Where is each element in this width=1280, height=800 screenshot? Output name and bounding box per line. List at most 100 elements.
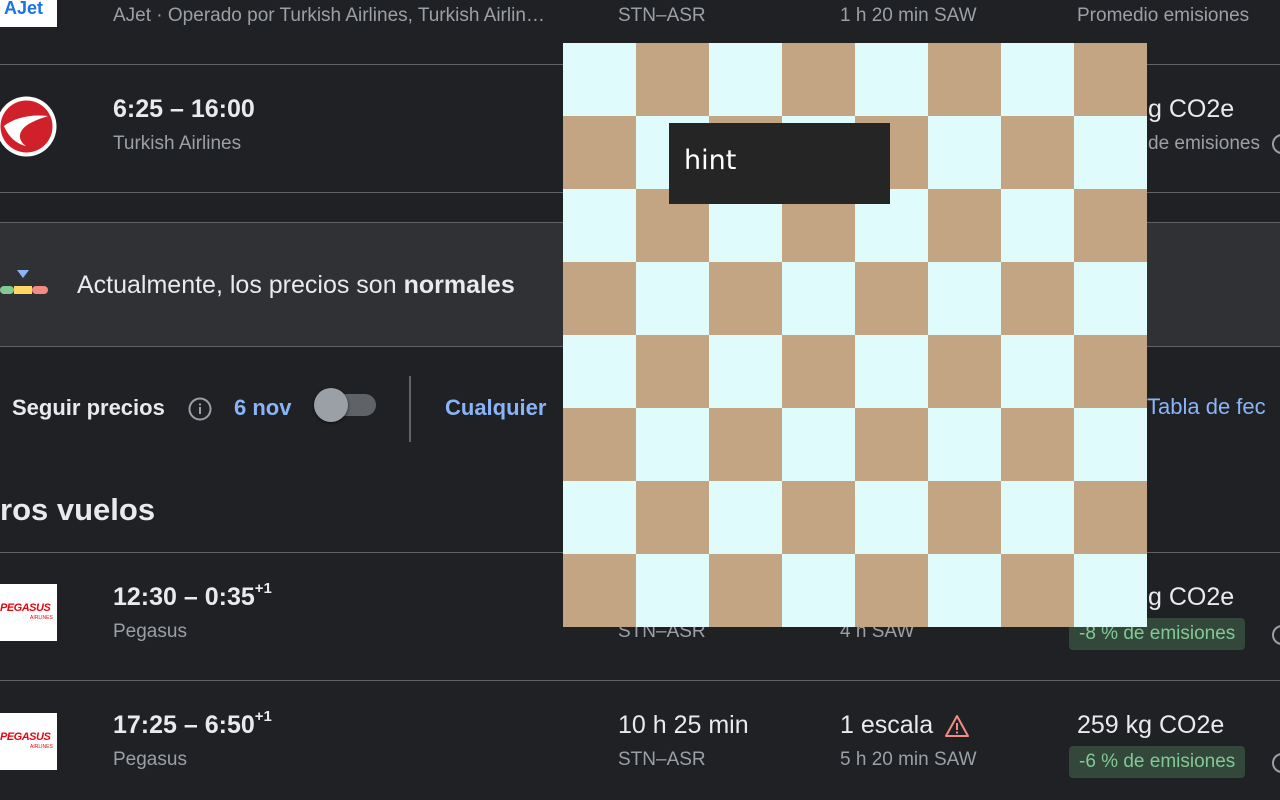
- board-square[interactable]: [855, 554, 928, 627]
- any-dates-link[interactable]: Cualquier: [445, 395, 546, 421]
- board-square[interactable]: [782, 408, 855, 481]
- board-square[interactable]: [1001, 116, 1074, 189]
- row4-airline: Pegasus: [113, 749, 187, 770]
- board-square[interactable]: [1001, 189, 1074, 262]
- row3-times: 12:30 – 0:35+1: [113, 580, 272, 612]
- row2-co2: g CO2e: [1148, 95, 1235, 123]
- board-square[interactable]: [1001, 481, 1074, 554]
- board-square[interactable]: [782, 43, 855, 116]
- turkish-airlines-logo: [0, 96, 57, 157]
- board-square[interactable]: [563, 189, 636, 262]
- row2-emissions-label: de emisiones: [1148, 133, 1260, 154]
- board-square[interactable]: [1001, 43, 1074, 116]
- board-square[interactable]: [928, 189, 1001, 262]
- board-square[interactable]: [928, 554, 1001, 627]
- row3-airline: Pegasus: [113, 621, 187, 642]
- toolbar-separator: [409, 376, 411, 442]
- board-square[interactable]: [1001, 408, 1074, 481]
- row4-times: 17:25 – 6:50+1: [113, 708, 272, 740]
- board-square[interactable]: [782, 554, 855, 627]
- board-square[interactable]: [709, 335, 782, 408]
- pegasus-logo-sub: AIRLINES: [30, 744, 53, 750]
- board-square[interactable]: [1074, 116, 1147, 189]
- board-square[interactable]: [1074, 554, 1147, 627]
- board-square[interactable]: [563, 262, 636, 335]
- track-date-link[interactable]: 6 nov: [234, 395, 291, 421]
- board-square[interactable]: [1074, 189, 1147, 262]
- pegasus-logo-text: PEGASUS: [0, 602, 51, 614]
- row3-plus-day: +1: [254, 580, 272, 597]
- board-square[interactable]: [855, 262, 928, 335]
- pegasus-logo: PEGASUS AIRLINES: [0, 584, 57, 641]
- board-square[interactable]: [709, 554, 782, 627]
- board-square[interactable]: [1074, 43, 1147, 116]
- board-square[interactable]: [782, 481, 855, 554]
- board-square[interactable]: [1074, 481, 1147, 554]
- board-square[interactable]: [636, 262, 709, 335]
- board-square[interactable]: [636, 554, 709, 627]
- warning-icon: [944, 714, 970, 738]
- board-square[interactable]: [563, 408, 636, 481]
- row1-airline: AJet · Operado por Turkish Airlines, Tur…: [113, 5, 545, 26]
- board-square[interactable]: [563, 554, 636, 627]
- board-square[interactable]: [855, 335, 928, 408]
- row4-route: STN–ASR: [618, 749, 706, 770]
- price-insight-level: normales: [403, 271, 515, 299]
- row1-emissions-label: Promedio emisiones: [1077, 5, 1250, 26]
- track-prices-toggle[interactable]: [314, 388, 376, 422]
- board-square[interactable]: [1001, 554, 1074, 627]
- row4-co2: 259 kg CO2e: [1077, 711, 1225, 739]
- row2-airline: Turkish Airlines: [113, 133, 242, 154]
- ajet-logo-text: AJet: [4, 0, 44, 18]
- board-square[interactable]: [782, 335, 855, 408]
- board-square[interactable]: [636, 408, 709, 481]
- board-square[interactable]: [928, 481, 1001, 554]
- pegasus-logo-sub: AIRLINES: [30, 615, 53, 621]
- board-square[interactable]: [709, 481, 782, 554]
- board-square[interactable]: [563, 335, 636, 408]
- hint-tooltip: hint: [669, 123, 890, 204]
- flight-row-pegasus-2[interactable]: [0, 681, 1280, 800]
- board-square[interactable]: [855, 408, 928, 481]
- row3-co2: g CO2e: [1148, 583, 1235, 611]
- board-square[interactable]: [1074, 262, 1147, 335]
- board-square[interactable]: [636, 43, 709, 116]
- row4-times-text: 17:25 – 6:50: [113, 711, 255, 739]
- row3-times-text: 12:30 – 0:35: [113, 583, 255, 611]
- board-square[interactable]: [855, 481, 928, 554]
- board-square[interactable]: [928, 335, 1001, 408]
- ajet-logo: AJet: [0, 0, 57, 27]
- row1-stop-info: 1 h 20 min SAW: [840, 5, 977, 26]
- row2-times: 6:25 – 16:00: [113, 95, 255, 123]
- board-square[interactable]: [563, 481, 636, 554]
- price-insight-prefix: Actualmente, los precios son: [77, 271, 404, 299]
- board-square[interactable]: [1001, 335, 1074, 408]
- board-square[interactable]: [1074, 335, 1147, 408]
- row4-plus-day: +1: [254, 708, 272, 725]
- board-square[interactable]: [782, 262, 855, 335]
- board-square[interactable]: [709, 262, 782, 335]
- board-square[interactable]: [636, 481, 709, 554]
- pegasus-logo-text: PEGASUS: [0, 731, 51, 743]
- section-title: ros vuelos: [0, 492, 156, 527]
- board-square[interactable]: [709, 43, 782, 116]
- pegasus-logo: PEGASUS AIRLINES: [0, 713, 57, 770]
- board-square[interactable]: [636, 335, 709, 408]
- row4-stops: 1 escala: [840, 711, 934, 739]
- board-square[interactable]: [563, 43, 636, 116]
- board-square[interactable]: [1001, 262, 1074, 335]
- board-square[interactable]: [709, 408, 782, 481]
- board-square[interactable]: [928, 408, 1001, 481]
- board-square[interactable]: [928, 116, 1001, 189]
- board-square[interactable]: [855, 43, 928, 116]
- toggle-thumb: [314, 388, 348, 422]
- board-square[interactable]: [928, 262, 1001, 335]
- row4-stop-info: 5 h 20 min SAW: [840, 749, 977, 770]
- board-square[interactable]: [563, 116, 636, 189]
- board-square[interactable]: [928, 43, 1001, 116]
- info-icon[interactable]: [188, 397, 212, 421]
- date-grid-link[interactable]: Tabla de fec: [1147, 394, 1266, 420]
- board-square[interactable]: [1074, 408, 1147, 481]
- row4-duration: 10 h 25 min: [618, 711, 749, 739]
- row1-route: STN–ASR: [618, 5, 706, 26]
